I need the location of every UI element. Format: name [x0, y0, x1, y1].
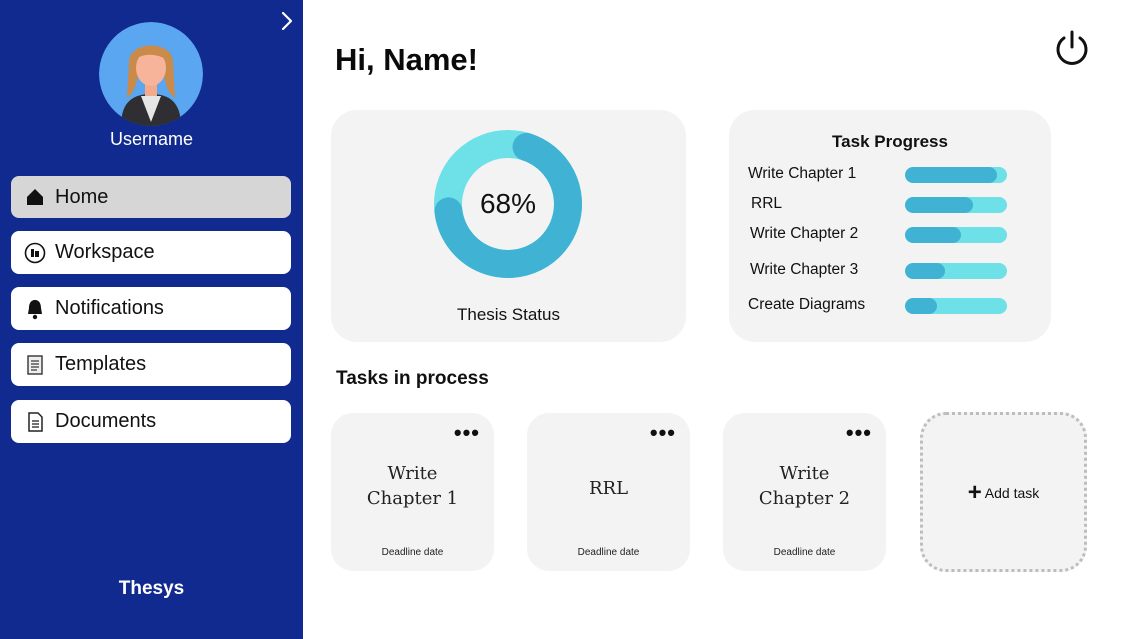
- task-progress-card: Task Progress Write Chapter 1 RRL Write …: [729, 110, 1051, 342]
- workspace-icon: [24, 242, 46, 264]
- sidebar-item-label: Notifications: [55, 297, 164, 319]
- progress-bar: [905, 197, 1007, 213]
- sidebar-item-label: Home: [55, 185, 109, 208]
- progress-fill: [905, 197, 974, 213]
- progress-bar: [905, 167, 1007, 183]
- task-card[interactable]: ••• Write Chapter 1 Deadline date: [331, 413, 494, 571]
- task-name: Write Chapter 1: [366, 463, 459, 509]
- thesis-status-percent: 68%: [479, 188, 537, 219]
- tasks-in-process-title: Tasks in process: [336, 368, 489, 389]
- templates-icon: [24, 354, 46, 376]
- progress-row: RRL: [748, 193, 1038, 217]
- task-deadline: Deadline date: [381, 547, 444, 558]
- more-options-icon[interactable]: •••: [650, 422, 676, 444]
- progress-bar: [905, 227, 1007, 243]
- username: Username: [109, 129, 194, 149]
- progress-label: Create Diagrams: [748, 296, 866, 313]
- chevron-right-icon[interactable]: [276, 10, 298, 32]
- sidebar-item-notifications[interactable]: Notifications: [11, 287, 291, 330]
- thesis-status-card: 68% Thesis Status: [331, 110, 686, 342]
- bell-icon: [24, 298, 46, 320]
- plus-icon: +: [967, 479, 982, 506]
- power-icon[interactable]: [1052, 28, 1092, 68]
- progress-label: Write Chapter 1: [748, 165, 857, 182]
- progress-bar: [905, 298, 1007, 314]
- task-deadline: Deadline date: [577, 547, 640, 558]
- sidebar-item-templates[interactable]: Templates: [11, 343, 291, 386]
- sidebar-item-label: Templates: [55, 353, 147, 375]
- task-card[interactable]: ••• RRL Deadline date: [527, 413, 690, 571]
- task-progress-title: Task Progress: [832, 132, 948, 151]
- more-options-icon[interactable]: •••: [846, 422, 872, 444]
- task-deadline: Deadline date: [773, 547, 836, 558]
- sidebar: Username Home Workspace Notifications Te…: [0, 0, 303, 639]
- thesis-status-label: Thesis Status: [457, 305, 560, 324]
- progress-fill: [905, 298, 937, 314]
- progress-label: Write Chapter 2: [750, 225, 859, 242]
- progress-fill: [905, 167, 997, 183]
- add-task-button[interactable]: + Add task: [920, 412, 1087, 572]
- task-card[interactable]: ••• Write Chapter 2 Deadline date: [723, 413, 886, 571]
- page-title: Hi, Name!: [335, 42, 478, 77]
- task-name: RRL: [588, 478, 629, 499]
- progress-bar: [905, 263, 1007, 279]
- progress-row: Write Chapter 2: [748, 223, 1038, 247]
- progress-label: RRL: [751, 195, 783, 212]
- progress-row: Create Diagrams: [748, 294, 1038, 318]
- progress-row: Write Chapter 1: [748, 163, 1038, 187]
- progress-label: Write Chapter 3: [750, 261, 859, 278]
- progress-row: Write Chapter 3: [748, 259, 1038, 283]
- add-task-label: Add task: [984, 485, 1040, 501]
- sidebar-item-label: Workspace: [55, 241, 155, 263]
- sidebar-item-home[interactable]: Home: [11, 176, 291, 218]
- more-options-icon[interactable]: •••: [454, 422, 480, 444]
- avatar: [99, 22, 203, 126]
- brand-name: Thesys: [118, 578, 185, 599]
- task-name: Write Chapter 2: [758, 463, 851, 509]
- progress-fill: [905, 227, 962, 243]
- sidebar-item-documents[interactable]: Documents: [11, 400, 291, 443]
- sidebar-item-label: Documents: [55, 410, 157, 432]
- home-icon: [24, 186, 46, 208]
- document-icon: [24, 411, 46, 433]
- sidebar-item-workspace[interactable]: Workspace: [11, 231, 291, 274]
- progress-fill: [905, 263, 945, 279]
